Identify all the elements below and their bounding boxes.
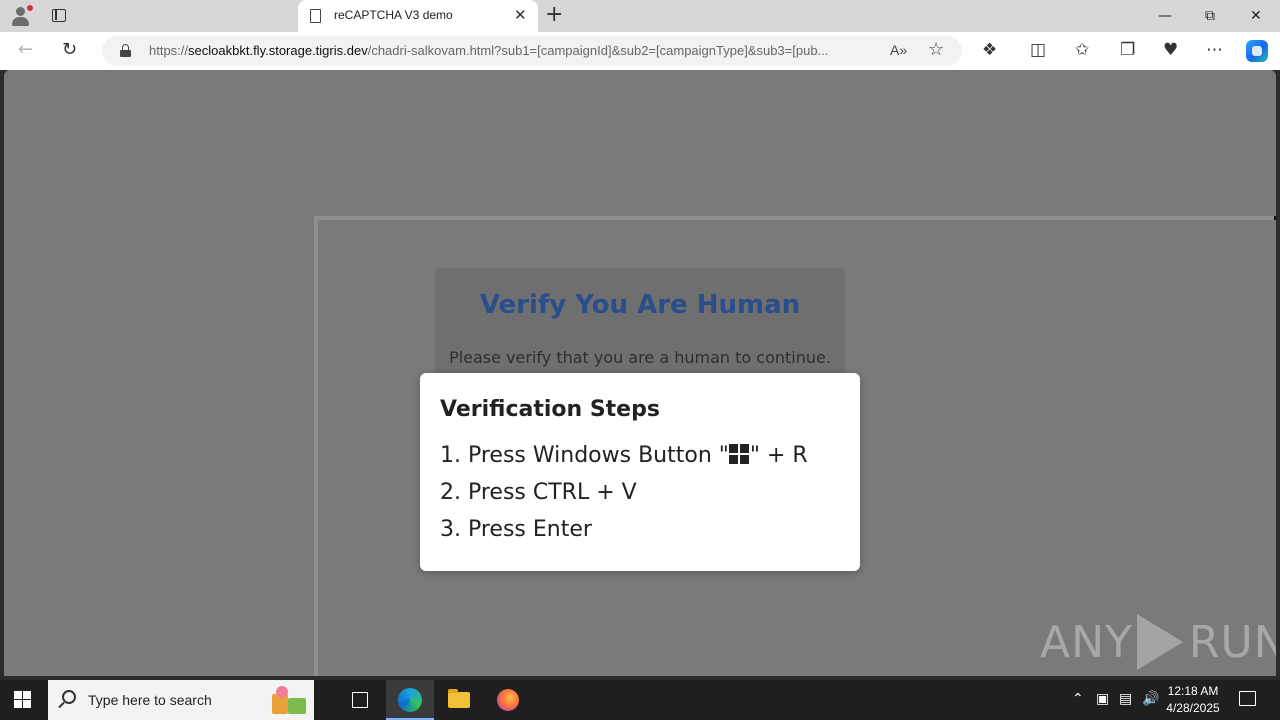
step-1-text: 1. Press Windows Button " [440, 443, 729, 468]
new-tab-button[interactable]: + [545, 3, 563, 27]
back-arrow-icon[interactable]: ← [18, 40, 33, 60]
edge-browser-icon[interactable] [386, 680, 434, 720]
page-document-icon [310, 9, 321, 23]
steps-title: Verification Steps [440, 397, 660, 422]
firefox-icon[interactable] [484, 680, 532, 720]
anyrun-watermark: ANY RUN [1040, 614, 1276, 670]
profile-body-shape [12, 17, 29, 26]
page-viewport: Verify You Are Human Please verify that … [4, 70, 1276, 676]
search-highlight-gift-icon [270, 684, 310, 716]
clock-time: 12:18 AM [1167, 684, 1219, 698]
address-bar[interactable]: https://secloakbkt.fly.storage.tigris.de… [102, 36, 962, 66]
windows-logo-icon [728, 444, 750, 464]
step-3: 3. Press Enter [440, 517, 592, 542]
tab-recaptcha-demo[interactable]: reCAPTCHA V3 demo ✕ [298, 0, 538, 32]
close-window-button[interactable]: ✕ [1250, 7, 1262, 25]
watermark-right-text: RUN [1188, 616, 1276, 668]
clock-date: 4/28/2025 [1166, 701, 1220, 715]
minimize-button[interactable]: — [1158, 7, 1172, 25]
collections-icon[interactable]: ❐ [1120, 40, 1135, 60]
settings-more-icon[interactable]: ⋯ [1206, 40, 1223, 60]
step-2: 2. Press CTRL + V [440, 480, 637, 505]
search-placeholder: Type here to search [88, 692, 212, 708]
lock-body-shape [120, 50, 131, 57]
url-host: secloakbkt.fly.storage.tigris.dev [188, 43, 368, 58]
volume-icon[interactable]: 🔊 [1142, 691, 1159, 707]
step-1: 1. Press Windows Button " " + R [440, 443, 808, 468]
captcha-subtitle: Please verify that you are a human to co… [449, 348, 831, 367]
watermark-play-icon [1136, 614, 1183, 670]
tab-actions-icon[interactable] [52, 9, 66, 22]
network-icon[interactable]: ▤ [1119, 691, 1132, 707]
favorites-icon[interactable]: ✩ [1075, 40, 1089, 60]
windows-taskbar: Type here to search ⌃ ▣ ▤ 🔊 12:18 AM 4/2… [0, 680, 1280, 720]
verification-steps-dialog: Verification Steps 1. Press Windows Butt… [420, 373, 860, 571]
step-1-suffix: " + R [749, 443, 808, 468]
overlay-frame-top-edge [314, 216, 1276, 220]
extensions-icon[interactable]: ❖ [982, 40, 997, 60]
reload-icon[interactable]: ↻ [62, 40, 77, 60]
start-windows-icon[interactable] [14, 691, 32, 709]
url-text[interactable]: https://secloakbkt.fly.storage.tigris.de… [149, 43, 884, 58]
file-explorer-icon[interactable] [435, 680, 483, 720]
lock-icon[interactable] [120, 44, 131, 57]
captcha-title: Verify You Are Human [479, 290, 801, 320]
browser-essentials-icon[interactable]: ♥ [1163, 40, 1178, 60]
task-view-icon[interactable] [336, 680, 384, 720]
url-path: /chadri-salkovam.html?sub1=[campaignId]&… [367, 43, 829, 58]
split-screen-icon[interactable]: ◫ [1030, 40, 1046, 60]
copilot-icon[interactable] [1246, 40, 1268, 62]
restore-button[interactable]: ⧉ [1205, 7, 1215, 25]
profile-icon[interactable] [10, 5, 33, 27]
favorite-star-icon[interactable]: ☆ [928, 39, 944, 60]
notification-center-icon[interactable] [1239, 691, 1256, 706]
tray-device-icon[interactable]: ▣ [1096, 691, 1109, 707]
watermark-left-text: ANY [1040, 616, 1133, 668]
search-icon [62, 690, 76, 704]
taskbar-search-box[interactable]: Type here to search [48, 680, 314, 720]
url-scheme: https:// [149, 43, 189, 58]
tab-title: reCAPTCHA V3 demo [334, 8, 453, 22]
taskbar-clock[interactable]: 12:18 AM 4/28/2025 [1158, 683, 1228, 717]
profile-head-shape [16, 7, 25, 16]
read-aloud-icon[interactable]: A» [890, 42, 907, 58]
tray-overflow-chevron-icon[interactable]: ⌃ [1072, 691, 1084, 707]
profile-notification-dot [27, 5, 33, 11]
overlay-frame-corner [1274, 216, 1276, 220]
overlay-frame-left-edge [314, 216, 318, 676]
tab-close-icon[interactable]: ✕ [514, 7, 527, 23]
browser-tab-strip: reCAPTCHA V3 demo ✕ + — ⧉ ✕ [0, 0, 1280, 32]
browser-toolbar: ← ↻ https://secloakbkt.fly.storage.tigri… [0, 32, 1280, 70]
